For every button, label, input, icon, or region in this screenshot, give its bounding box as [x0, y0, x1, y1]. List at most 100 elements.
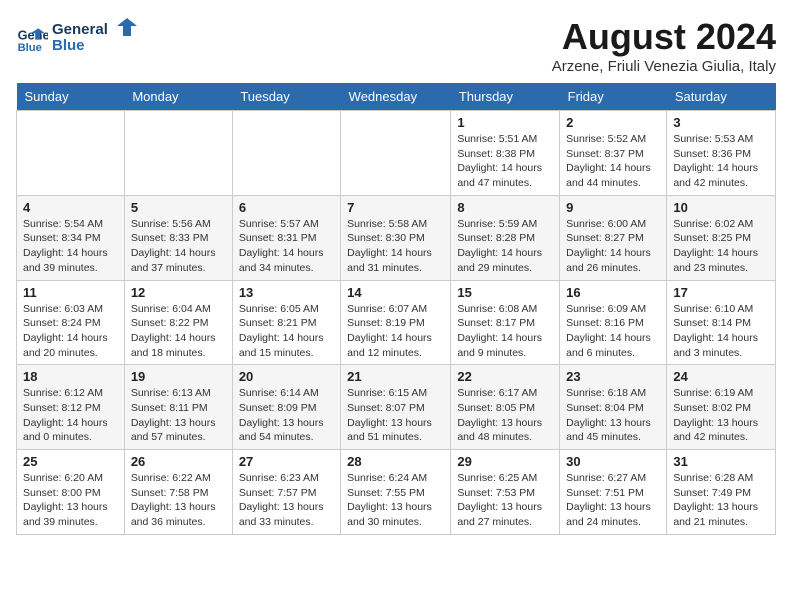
- logo-icon: General Blue: [16, 22, 48, 54]
- day-number: 5: [131, 200, 226, 215]
- day-number: 14: [347, 285, 444, 300]
- calendar-cell: 19 Sunrise: 6:13 AM Sunset: 8:11 PM Dayli…: [124, 365, 232, 450]
- calendar-cell: 11 Sunrise: 6:03 AM Sunset: 8:24 PM Dayli…: [17, 280, 125, 365]
- day-info: Sunrise: 5:56 AM Sunset: 8:33 PM Dayligh…: [131, 217, 226, 276]
- weekday-header-sunday: Sunday: [17, 83, 125, 111]
- day-number: 2: [566, 115, 660, 130]
- calendar-cell: 28 Sunrise: 6:24 AM Sunset: 7:55 PM Dayli…: [341, 450, 451, 535]
- day-number: 12: [131, 285, 226, 300]
- calendar-cell: 4 Sunrise: 5:54 AM Sunset: 8:34 PM Daylig…: [17, 195, 125, 280]
- calendar-cell: 13Sunrise: 6:05 AM Sunset: 8:21 PM Dayli…: [232, 280, 340, 365]
- weekday-header-thursday: Thursday: [451, 83, 560, 111]
- day-number: 8: [457, 200, 553, 215]
- day-number: 13: [239, 285, 334, 300]
- day-info: Sunrise: 6:27 AM Sunset: 7:51 PM Dayligh…: [566, 471, 660, 530]
- calendar-cell: 1 Sunrise: 5:51 AM Sunset: 8:38 PM Daylig…: [451, 111, 560, 196]
- day-number: 21: [347, 369, 444, 384]
- day-number: 23: [566, 369, 660, 384]
- calendar-cell: 26Sunrise: 6:22 AM Sunset: 7:58 PM Dayli…: [124, 450, 232, 535]
- weekday-header-monday: Monday: [124, 83, 232, 111]
- day-number: 24: [673, 369, 769, 384]
- day-number: 17: [673, 285, 769, 300]
- calendar-cell: 5 Sunrise: 5:56 AM Sunset: 8:33 PM Daylig…: [124, 195, 232, 280]
- weekday-header-tuesday: Tuesday: [232, 83, 340, 111]
- calendar-week-3: 11 Sunrise: 6:03 AM Sunset: 8:24 PM Dayli…: [17, 280, 776, 365]
- day-info: Sunrise: 6:15 AM Sunset: 8:07 PM Dayligh…: [347, 386, 444, 445]
- day-info: Sunrise: 6:13 AM Sunset: 8:11 PM Dayligh…: [131, 386, 226, 445]
- day-info: Sunrise: 6:14 AM Sunset: 8:09 PM Dayligh…: [239, 386, 334, 445]
- calendar-cell: 18 Sunrise: 6:12 AM Sunset: 8:12 PM Dayli…: [17, 365, 125, 450]
- calendar-week-2: 4 Sunrise: 5:54 AM Sunset: 8:34 PM Daylig…: [17, 195, 776, 280]
- day-number: 29: [457, 454, 553, 469]
- day-info: Sunrise: 6:25 AM Sunset: 7:53 PM Dayligh…: [457, 471, 553, 530]
- svg-text:General: General: [18, 28, 48, 43]
- day-info: Sunrise: 6:17 AM Sunset: 8:05 PM Dayligh…: [457, 386, 553, 445]
- calendar-cell: 16 Sunrise: 6:09 AM Sunset: 8:16 PM Dayli…: [560, 280, 667, 365]
- day-info: Sunrise: 6:24 AM Sunset: 7:55 PM Dayligh…: [347, 471, 444, 530]
- day-info: Sunrise: 6:19 AM Sunset: 8:02 PM Dayligh…: [673, 386, 769, 445]
- day-number: 3: [673, 115, 769, 130]
- day-info: Sunrise: 5:57 AM Sunset: 8:31 PM Dayligh…: [239, 217, 334, 276]
- day-number: 10: [673, 200, 769, 215]
- day-number: 28: [347, 454, 444, 469]
- calendar-cell: [232, 111, 340, 196]
- month-title: August 2024: [552, 16, 776, 58]
- day-info: Sunrise: 5:58 AM Sunset: 8:30 PM Dayligh…: [347, 217, 444, 276]
- day-info: Sunrise: 6:04 AM Sunset: 8:22 PM Dayligh…: [131, 302, 226, 361]
- location-subtitle: Arzene, Friuli Venezia Giulia, Italy: [552, 58, 776, 75]
- day-info: Sunrise: 5:51 AM Sunset: 8:38 PM Dayligh…: [457, 132, 553, 191]
- day-number: 25: [23, 454, 118, 469]
- day-info: Sunrise: 6:28 AM Sunset: 7:49 PM Dayligh…: [673, 471, 769, 530]
- day-info: Sunrise: 6:08 AM Sunset: 8:17 PM Dayligh…: [457, 302, 553, 361]
- calendar-cell: 17 Sunrise: 6:10 AM Sunset: 8:14 PM Dayli…: [667, 280, 776, 365]
- page-header: General Blue General Blue August 2024 Ar…: [16, 16, 776, 75]
- day-number: 16: [566, 285, 660, 300]
- calendar-cell: 27Sunrise: 6:23 AM Sunset: 7:57 PM Dayli…: [232, 450, 340, 535]
- calendar-cell: [341, 111, 451, 196]
- day-number: 22: [457, 369, 553, 384]
- calendar-cell: [17, 111, 125, 196]
- day-info: Sunrise: 6:12 AM Sunset: 8:12 PM Dayligh…: [23, 386, 118, 445]
- day-info: Sunrise: 5:54 AM Sunset: 8:34 PM Dayligh…: [23, 217, 118, 276]
- day-number: 4: [23, 200, 118, 215]
- day-info: Sunrise: 6:10 AM Sunset: 8:14 PM Dayligh…: [673, 302, 769, 361]
- day-info: Sunrise: 6:18 AM Sunset: 8:04 PM Dayligh…: [566, 386, 660, 445]
- day-info: Sunrise: 6:09 AM Sunset: 8:16 PM Dayligh…: [566, 302, 660, 361]
- day-number: 11: [23, 285, 118, 300]
- calendar-cell: 10 Sunrise: 6:02 AM Sunset: 8:25 PM Dayli…: [667, 195, 776, 280]
- calendar-cell: 21 Sunrise: 6:15 AM Sunset: 8:07 PM Dayli…: [341, 365, 451, 450]
- calendar-cell: 22 Sunrise: 6:17 AM Sunset: 8:05 PM Dayli…: [451, 365, 560, 450]
- day-info: Sunrise: 6:00 AM Sunset: 8:27 PM Dayligh…: [566, 217, 660, 276]
- day-info: Sunrise: 6:02 AM Sunset: 8:25 PM Dayligh…: [673, 217, 769, 276]
- day-number: 19: [131, 369, 226, 384]
- calendar-cell: 23 Sunrise: 6:18 AM Sunset: 8:04 PM Dayli…: [560, 365, 667, 450]
- calendar-cell: 29 Sunrise: 6:25 AM Sunset: 7:53 PM Dayli…: [451, 450, 560, 535]
- calendar-cell: 30Sunrise: 6:27 AM Sunset: 7:51 PM Dayli…: [560, 450, 667, 535]
- weekday-header-wednesday: Wednesday: [341, 83, 451, 111]
- day-info: Sunrise: 6:23 AM Sunset: 7:57 PM Dayligh…: [239, 471, 334, 530]
- day-number: 7: [347, 200, 444, 215]
- calendar-cell: [124, 111, 232, 196]
- calendar-cell: 2Sunrise: 5:52 AM Sunset: 8:37 PM Daylig…: [560, 111, 667, 196]
- weekday-header-saturday: Saturday: [667, 83, 776, 111]
- day-info: Sunrise: 6:22 AM Sunset: 7:58 PM Dayligh…: [131, 471, 226, 530]
- calendar-cell: 9Sunrise: 6:00 AM Sunset: 8:27 PM Daylig…: [560, 195, 667, 280]
- day-info: Sunrise: 5:59 AM Sunset: 8:28 PM Dayligh…: [457, 217, 553, 276]
- calendar-cell: 24 Sunrise: 6:19 AM Sunset: 8:02 PM Dayli…: [667, 365, 776, 450]
- day-info: Sunrise: 6:20 AM Sunset: 8:00 PM Dayligh…: [23, 471, 118, 530]
- calendar-cell: 12 Sunrise: 6:04 AM Sunset: 8:22 PM Dayli…: [124, 280, 232, 365]
- calendar-week-1: 1 Sunrise: 5:51 AM Sunset: 8:38 PM Daylig…: [17, 111, 776, 196]
- calendar-cell: 8 Sunrise: 5:59 AM Sunset: 8:28 PM Daylig…: [451, 195, 560, 280]
- calendar-week-5: 25 Sunrise: 6:20 AM Sunset: 8:00 PM Dayli…: [17, 450, 776, 535]
- day-number: 18: [23, 369, 118, 384]
- calendar-cell: 14Sunrise: 6:07 AM Sunset: 8:19 PM Dayli…: [341, 280, 451, 365]
- day-number: 6: [239, 200, 334, 215]
- svg-text:Blue: Blue: [18, 42, 42, 54]
- day-info: Sunrise: 6:03 AM Sunset: 8:24 PM Dayligh…: [23, 302, 118, 361]
- day-number: 15: [457, 285, 553, 300]
- day-number: 20: [239, 369, 334, 384]
- logo: General Blue General Blue: [16, 16, 142, 61]
- calendar-cell: 20 Sunrise: 6:14 AM Sunset: 8:09 PM Dayli…: [232, 365, 340, 450]
- calendar: SundayMondayTuesdayWednesdayThursdayFrid…: [16, 83, 776, 535]
- day-number: 1: [457, 115, 553, 130]
